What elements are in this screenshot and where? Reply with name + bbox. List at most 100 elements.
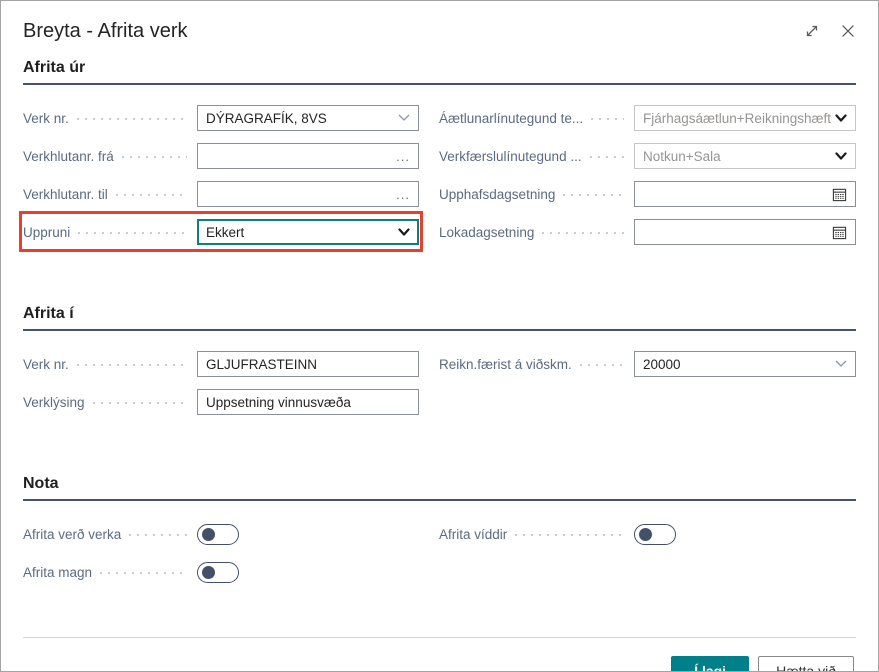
chevron-down-icon[interactable] [398, 228, 410, 237]
chevron-down-icon[interactable] [398, 114, 410, 122]
dotted-leader [100, 572, 187, 574]
dotted-leader [129, 534, 187, 536]
expand-icon[interactable] [802, 21, 822, 41]
dotted-leader [590, 156, 624, 158]
dotted-leader [93, 402, 187, 404]
dotted-leader [116, 194, 187, 196]
source-select[interactable]: Ekkert [197, 219, 419, 245]
description-label: Verklýsing [23, 395, 85, 410]
chevron-down-icon [835, 114, 847, 123]
chevron-down-icon[interactable] [835, 360, 847, 368]
copy-job-dialog: Breyta - Afrita verk [0, 0, 879, 672]
apply-left-column: Afrita verð verka Afrita magn [23, 521, 419, 597]
close-icon[interactable] [838, 21, 858, 41]
dotted-leader [563, 194, 624, 196]
toggle-knob [639, 528, 652, 541]
dotted-leader [77, 118, 187, 120]
field-copy-quantity: Afrita magn [23, 559, 419, 585]
copy-job-prices-toggle[interactable] [197, 524, 239, 545]
section-apply-heading: Nota [23, 475, 856, 501]
dotted-leader [542, 232, 624, 234]
bill-to-customer-combobox[interactable]: 20000 [634, 351, 856, 377]
job-task-to-control: ... [197, 181, 419, 207]
job-task-from-control: ... [197, 143, 419, 169]
description-input[interactable] [197, 389, 419, 415]
section-copy-from-heading: Afrita úr [23, 59, 856, 85]
toggle-knob [202, 528, 215, 541]
copy-from-left-column: Verk nr. DÝRAGRAFÍK, 8VS Verkhlutanr. fr… [23, 105, 419, 257]
chevron-down-icon [835, 152, 847, 161]
dotted-leader [591, 118, 624, 120]
calendar-icon[interactable] [832, 225, 847, 240]
copy-to-right-column: Reikn.færist á viðskm. 20000 [439, 351, 856, 427]
ok-button[interactable]: Í lagi [671, 656, 749, 672]
field-description: Verklýsing [23, 389, 419, 415]
job-task-from-label: Verkhlutanr. frá [23, 149, 114, 164]
copy-dimensions-toggle[interactable] [634, 524, 676, 545]
field-ledger-line-type: Verkfærslulínutegund ... Notkun+Sala [439, 143, 856, 169]
field-source: Uppruni Ekkert [23, 219, 419, 245]
header-icons [802, 21, 858, 41]
description-control [197, 389, 419, 415]
end-date-input[interactable] [634, 219, 856, 245]
dotted-leader [515, 534, 624, 536]
bill-to-customer-control: 20000 [634, 351, 856, 377]
field-end-date: Lokadagsetning [439, 219, 856, 245]
job-no-from-control: DÝRAGRAFÍK, 8VS [197, 105, 419, 131]
job-no-to-input[interactable] [197, 351, 419, 377]
field-start-date: Upphafsdagsetning [439, 181, 856, 207]
section-copy-to-heading: Afrita í [23, 305, 856, 331]
copy-from-right-column: Áætlunarlínutegund te... Fjárhagsáætlun+… [439, 105, 856, 257]
ledger-line-type-control: Notkun+Sala [634, 143, 856, 169]
field-job-task-from: Verkhlutanr. frá ... [23, 143, 419, 169]
bill-to-customer-label: Reikn.færist á viðskm. [439, 357, 572, 372]
assist-edit-icon[interactable]: ... [396, 149, 410, 164]
job-task-from-input[interactable]: ... [197, 143, 419, 169]
job-no-from-label: Verk nr. [23, 111, 69, 126]
dotted-leader [122, 156, 187, 158]
job-no-to-label: Verk nr. [23, 357, 69, 372]
copy-job-prices-label: Afrita verð verka [23, 527, 121, 542]
field-job-no-from: Verk nr. DÝRAGRAFÍK, 8VS [23, 105, 419, 131]
ledger-line-type-select: Notkun+Sala [634, 143, 856, 169]
start-date-input[interactable] [634, 181, 856, 207]
section-copy-to-fields: Verk nr. Verklýsing Reikn.færist á viðsk… [1, 351, 878, 427]
section-copy-from-fields: Verk nr. DÝRAGRAFÍK, 8VS Verkhlutanr. fr… [1, 105, 878, 257]
field-planning-line-type: Áætlunarlínutegund te... Fjárhagsáætlun+… [439, 105, 856, 131]
dotted-leader [78, 232, 187, 234]
end-date-control [634, 219, 856, 245]
field-job-task-to: Verkhlutanr. til ... [23, 181, 419, 207]
planning-line-type-control: Fjárhagsáætlun+Reikningshæft [634, 105, 856, 131]
copy-job-prices-control [197, 521, 419, 547]
start-date-label: Upphafsdagsetning [439, 187, 555, 202]
job-no-to-control [197, 351, 419, 377]
job-task-to-input[interactable]: ... [197, 181, 419, 207]
toggle-knob [202, 566, 215, 579]
start-date-control [634, 181, 856, 207]
cancel-button[interactable]: Hætta við [758, 656, 854, 672]
dotted-leader [580, 364, 624, 366]
section-apply-fields: Afrita verð verka Afrita magn [1, 521, 878, 597]
calendar-icon[interactable] [832, 187, 847, 202]
job-task-to-label: Verkhlutanr. til [23, 187, 108, 202]
ledger-line-type-label: Verkfærslulínutegund ... [439, 149, 582, 164]
copy-quantity-toggle[interactable] [197, 562, 239, 583]
field-copy-dimensions: Afrita víddir [439, 521, 856, 547]
job-no-from-combobox[interactable]: DÝRAGRAFÍK, 8VS [197, 105, 419, 131]
source-label: Uppruni [23, 225, 70, 240]
copy-to-left-column: Verk nr. Verklýsing [23, 351, 419, 427]
copy-dimensions-label: Afrita víddir [439, 527, 507, 542]
source-control: Ekkert [197, 219, 419, 245]
planning-line-type-select: Fjárhagsáætlun+Reikningshæft [634, 105, 856, 131]
copy-quantity-control [197, 559, 419, 585]
dialog-header: Breyta - Afrita verk [1, 1, 878, 45]
copy-quantity-label: Afrita magn [23, 565, 92, 580]
field-copy-job-prices: Afrita verð verka [23, 521, 419, 547]
dotted-leader [77, 364, 187, 366]
apply-right-column: Afrita víddir [439, 521, 856, 597]
footer-buttons: Í lagi Hætta við [1, 638, 878, 672]
end-date-label: Lokadagsetning [439, 225, 534, 240]
page-title: Breyta - Afrita verk [23, 17, 188, 45]
assist-edit-icon[interactable]: ... [396, 187, 410, 202]
copy-dimensions-control [634, 521, 856, 547]
